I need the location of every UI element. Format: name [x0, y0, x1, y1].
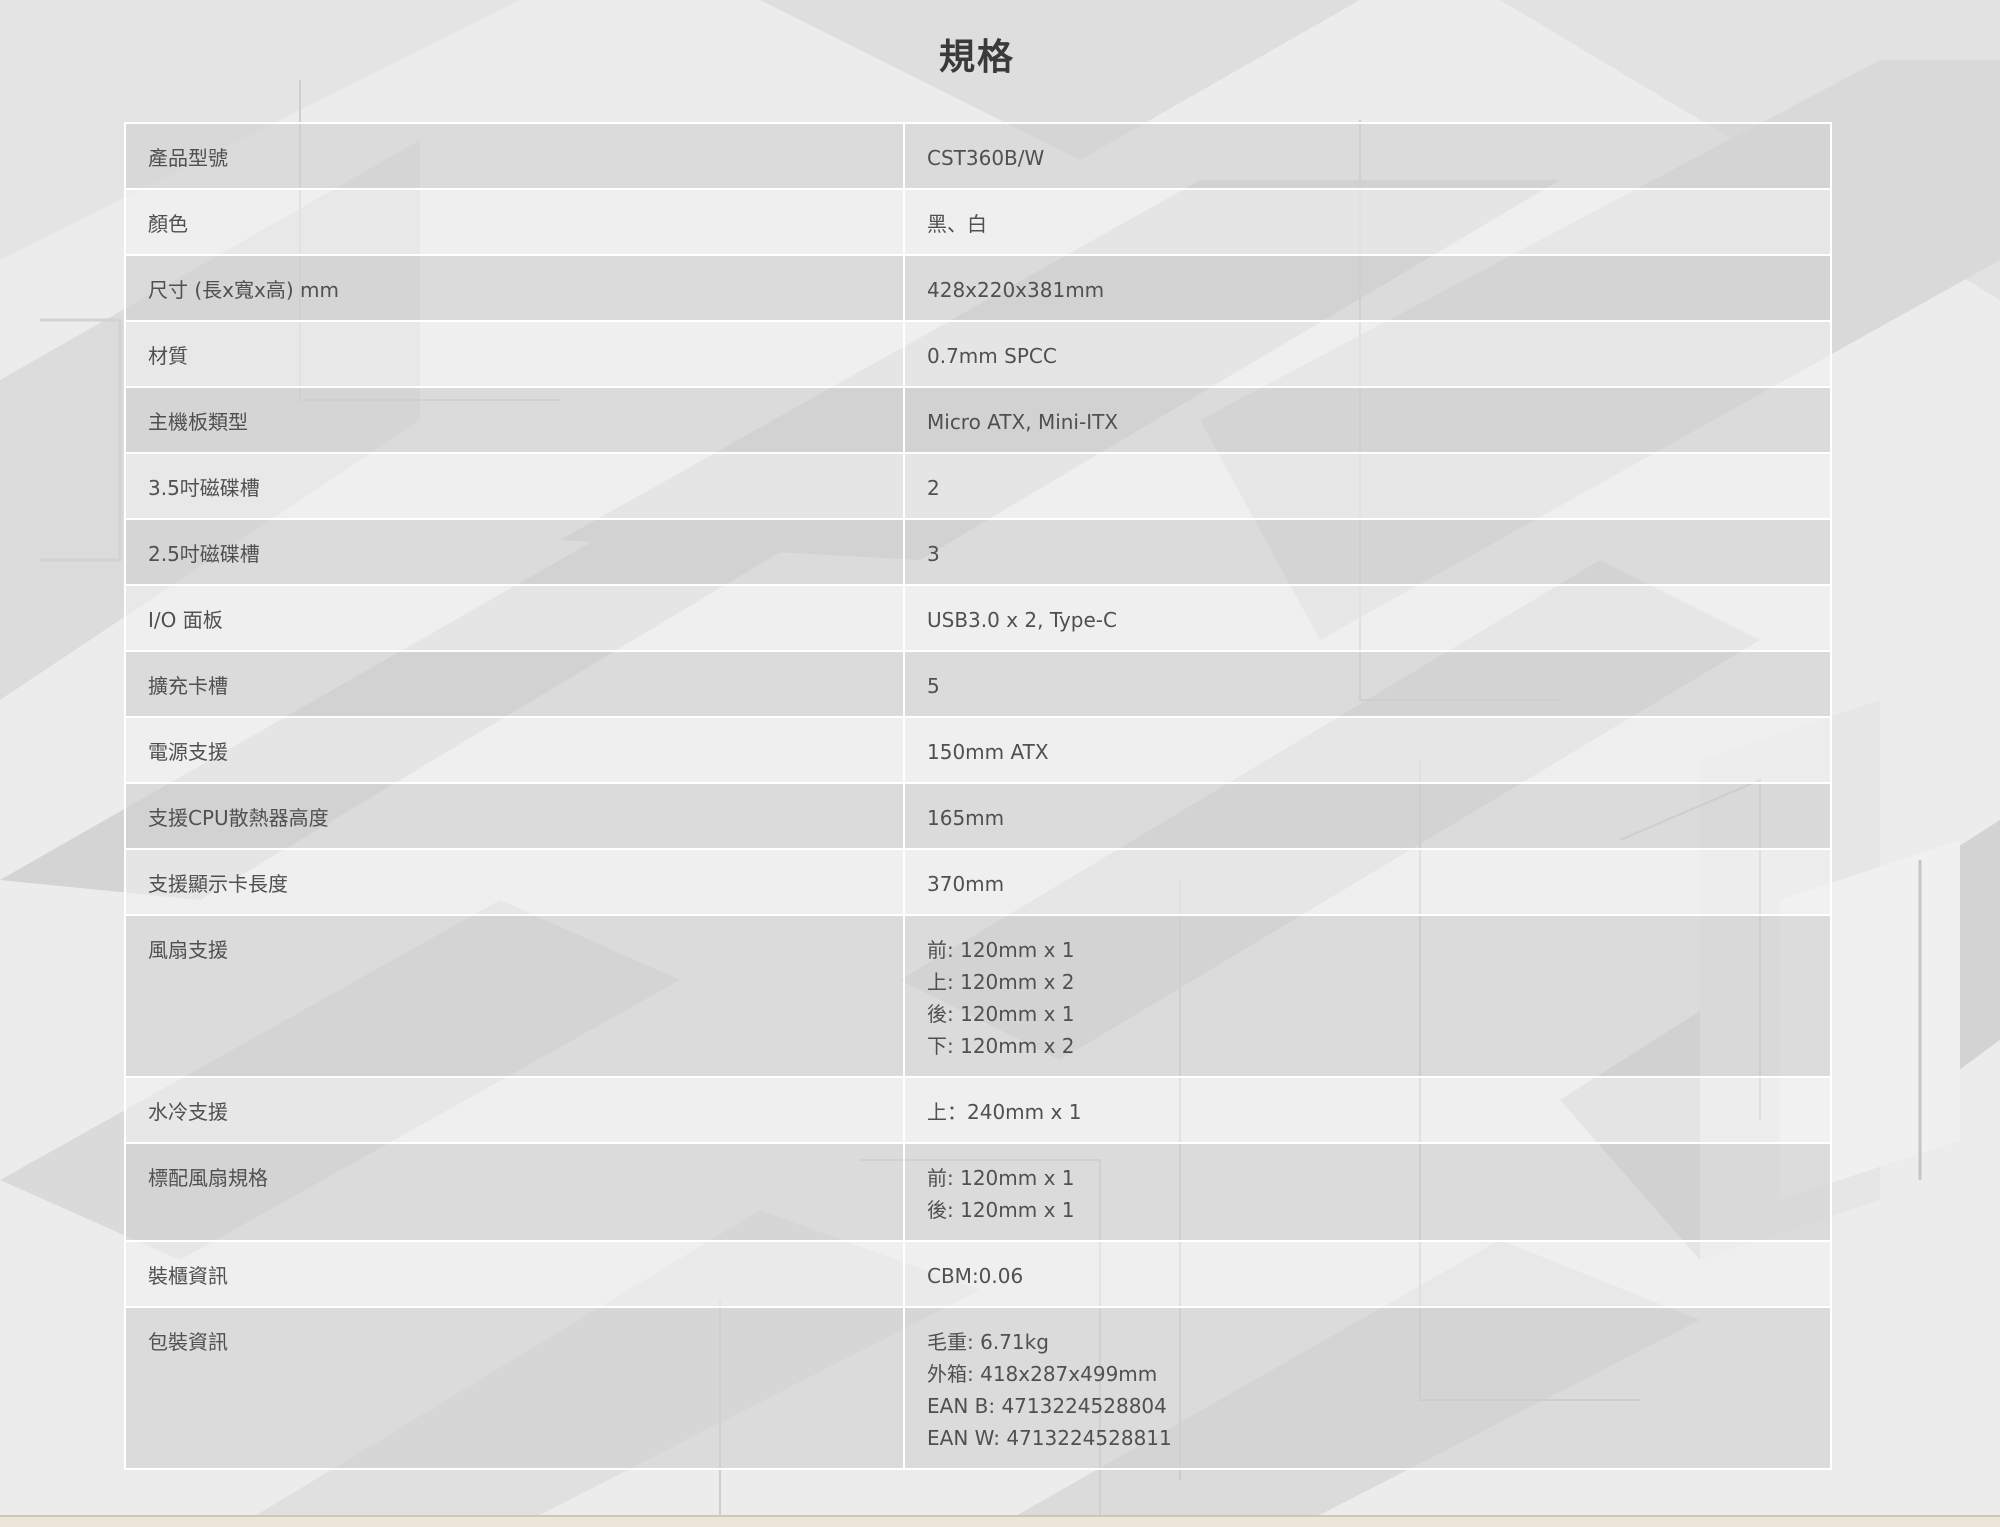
spec-value-line: 後: 120mm x 1 — [927, 1198, 1075, 1222]
spec-label: 2.5吋磁碟槽 — [125, 519, 905, 586]
spec-label: 顏色 — [125, 189, 905, 256]
spec-label: I/O 面板 — [125, 585, 905, 652]
spec-label: 支援CPU散熱器高度 — [125, 783, 905, 850]
spec-label: 擴充卡槽 — [125, 651, 905, 718]
spec-value-line: 165mm — [927, 806, 1005, 830]
table-row: 擴充卡槽 5 — [125, 651, 1831, 718]
spec-value: 毛重: 6.71kg 外箱: 418x287x499mm EAN B: 471322… — [904, 1307, 1831, 1470]
spec-value-line: 黑、白 — [927, 212, 987, 236]
spec-value-line: Micro ATX, Mini-ITX — [927, 410, 1119, 434]
spec-value: 黑、白 — [904, 189, 1831, 256]
spec-label: 支援顯示卡長度 — [125, 849, 905, 916]
table-row: 標配風扇規格 前: 120mm x 1 後: 120mm x 1 — [125, 1143, 1831, 1242]
spec-value-line: USB3.0 x 2, Type-C — [927, 608, 1117, 632]
spec-value: 2 — [904, 453, 1831, 520]
spec-label: 風扇支援 — [125, 915, 905, 1078]
spec-value: 3 — [904, 519, 1831, 586]
spec-label: 材質 — [125, 321, 905, 388]
spec-value-line: 後: 120mm x 1 — [927, 1002, 1075, 1026]
spec-value-line: 外箱: 418x287x499mm — [927, 1362, 1158, 1386]
table-row: 裝櫃資訊 CBM:0.06 — [125, 1241, 1831, 1308]
table-row: 支援CPU散熱器高度 165mm — [125, 783, 1831, 850]
spec-value: USB3.0 x 2, Type-C — [904, 585, 1831, 652]
spec-table: 產品型號 CST360B/W 顏色 黑、白 尺寸 (長x寬x高) mm 428x220x3… — [124, 122, 1832, 1470]
table-row: 電源支援 150mm ATX — [125, 717, 1831, 784]
table-row: I/O 面板 USB3.0 x 2, Type-C — [125, 585, 1831, 652]
spec-value: 150mm ATX — [904, 717, 1831, 784]
spec-label: 電源支援 — [125, 717, 905, 784]
table-row: 材質 0.7mm SPCC — [125, 321, 1831, 388]
spec-value: 0.7mm SPCC — [904, 321, 1831, 388]
spec-label: 標配風扇規格 — [125, 1143, 905, 1242]
spec-value: 165mm — [904, 783, 1831, 850]
spec-value-line: 150mm ATX — [927, 740, 1049, 764]
spec-value-line: 上: 120mm x 2 — [927, 970, 1075, 994]
spec-value-line: 5 — [927, 674, 940, 698]
spec-label: 裝櫃資訊 — [125, 1241, 905, 1308]
spec-label: 尺寸 (長x寬x高) mm — [125, 255, 905, 322]
table-row: 包裝資訊 毛重: 6.71kg 外箱: 418x287x499mm EAN B: 47… — [125, 1307, 1831, 1470]
spec-value: 370mm — [904, 849, 1831, 916]
spec-value: 前: 120mm x 1 上: 120mm x 2 後: 120mm x 1 下: 1… — [904, 915, 1831, 1078]
spec-label: 水冷支援 — [125, 1077, 905, 1144]
table-row: 水冷支援 上：240mm x 1 — [125, 1077, 1831, 1144]
spec-value: Micro ATX, Mini-ITX — [904, 387, 1831, 454]
spec-value-line: CST360B/W — [927, 146, 1045, 170]
spec-value-line: 428x220x381mm — [927, 278, 1105, 302]
spec-value-line: 前: 120mm x 1 — [927, 1166, 1075, 1190]
spec-value-line: 370mm — [927, 872, 1005, 896]
spec-label: 包裝資訊 — [125, 1307, 905, 1470]
table-row: 尺寸 (長x寬x高) mm 428x220x381mm — [125, 255, 1831, 322]
table-row: 風扇支援 前: 120mm x 1 上: 120mm x 2 後: 120mm x 1… — [125, 915, 1831, 1078]
bottom-strip — [0, 1515, 2000, 1527]
table-row: 支援顯示卡長度 370mm — [125, 849, 1831, 916]
spec-value: CBM:0.06 — [904, 1241, 1831, 1308]
table-row: 2.5吋磁碟槽 3 — [125, 519, 1831, 586]
spec-value-line: 2 — [927, 476, 940, 500]
spec-label: 3.5吋磁碟槽 — [125, 453, 905, 520]
table-row: 顏色 黑、白 — [125, 189, 1831, 256]
spec-label: 主機板類型 — [125, 387, 905, 454]
spec-value: 428x220x381mm — [904, 255, 1831, 322]
spec-value: CST360B/W — [904, 123, 1831, 190]
spec-value-line: CBM:0.06 — [927, 1264, 1024, 1288]
page-title: 規格 — [938, 37, 1015, 78]
spec-value-line: 3 — [927, 542, 940, 566]
spec-value-line: EAN B: 4713224528804 — [927, 1394, 1167, 1418]
spec-value-line: 0.7mm SPCC — [927, 344, 1057, 368]
spec-value: 5 — [904, 651, 1831, 718]
spec-value-line: 毛重: 6.71kg — [927, 1330, 1049, 1354]
table-row: 產品型號 CST360B/W — [125, 123, 1831, 190]
spec-value-line: 前: 120mm x 1 — [927, 938, 1075, 962]
spec-value-line: 上：240mm x 1 — [927, 1100, 1082, 1124]
spec-label: 產品型號 — [125, 123, 905, 190]
spec-value-line: EAN W: 4713224528811 — [927, 1426, 1172, 1450]
spec-value-line: 下: 120mm x 2 — [927, 1034, 1075, 1058]
spec-table-body: 產品型號 CST360B/W 顏色 黑、白 尺寸 (長x寬x高) mm 428x220x3… — [125, 123, 1831, 1470]
spec-value: 上：240mm x 1 — [904, 1077, 1831, 1144]
table-row: 3.5吋磁碟槽 2 — [125, 453, 1831, 520]
spec-value: 前: 120mm x 1 後: 120mm x 1 — [904, 1143, 1831, 1242]
table-row: 主機板類型 Micro ATX, Mini-ITX — [125, 387, 1831, 454]
